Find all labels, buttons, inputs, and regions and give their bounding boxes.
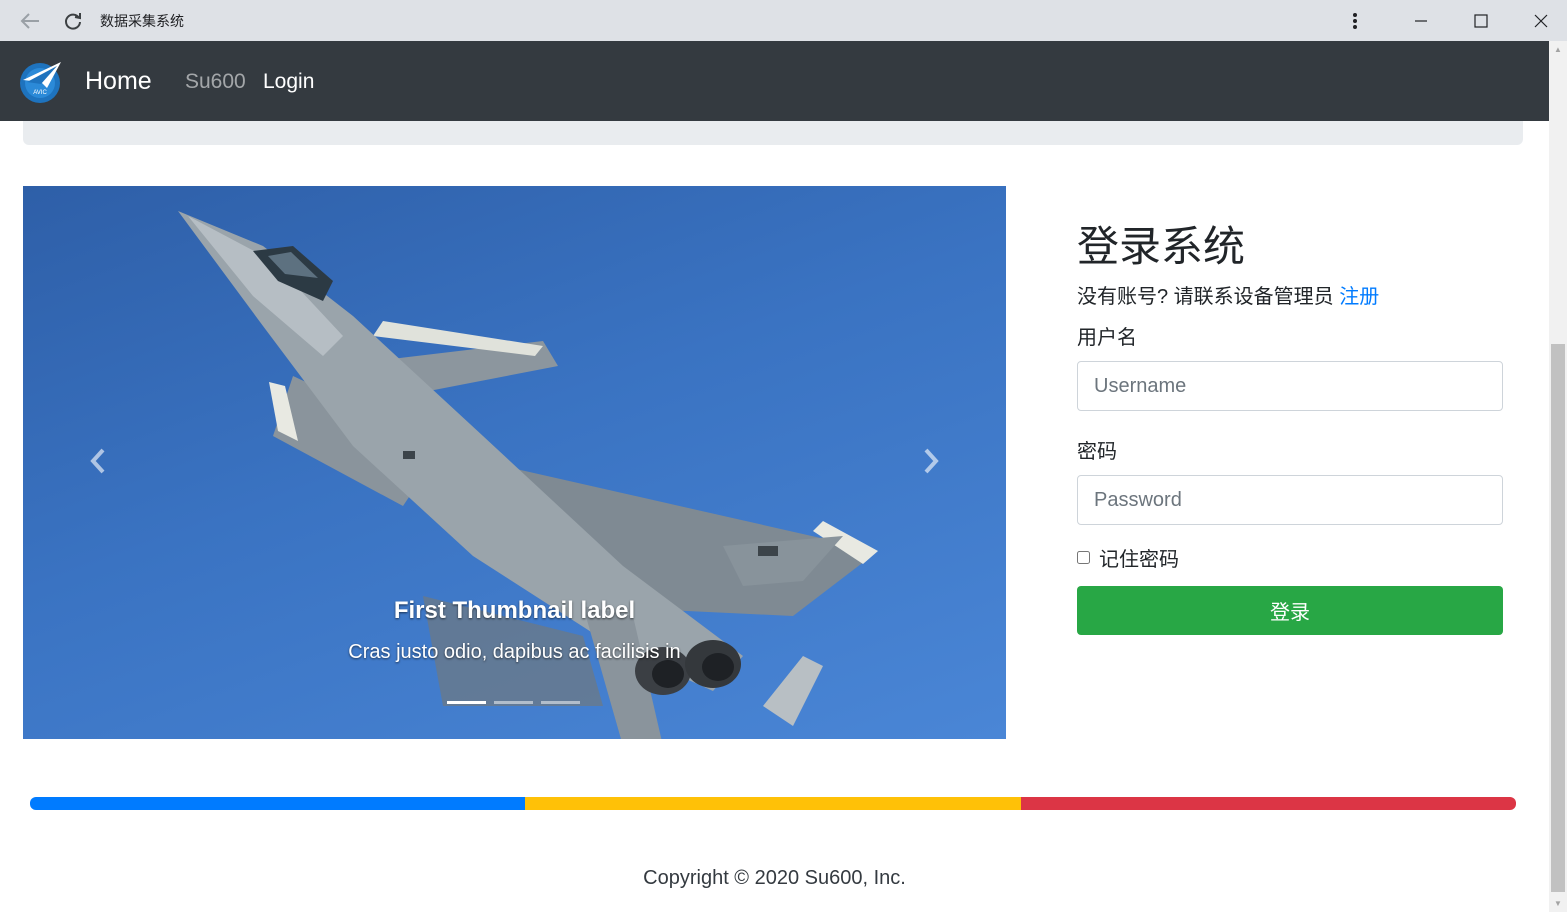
remember-label: 记住密码: [1099, 549, 1179, 571]
carousel-caption-text: Cras justo odio, dapibus ac facilisis in: [348, 641, 681, 663]
close-icon[interactable]: [1525, 0, 1557, 41]
vertical-scrollbar[interactable]: ▲ ▼: [1549, 41, 1567, 912]
register-hint-text: 没有账号? 请联系设备管理员: [1077, 286, 1334, 308]
color-stripe-red: [1020, 797, 1516, 810]
reload-icon[interactable]: [58, 0, 88, 41]
color-stripe-blue: [30, 797, 526, 810]
username-label: 用户名: [1077, 327, 1137, 349]
register-hint: 没有账号? 请联系设备管理员 注册: [1077, 280, 1503, 309]
scroll-up-arrow-icon[interactable]: ▲: [1549, 41, 1567, 58]
color-stripe-yellow: [525, 797, 1021, 810]
avic-logo-icon[interactable]: AVIC: [17, 58, 63, 104]
navbar: AVIC Home Su600 Login: [0, 41, 1549, 121]
chevron-left-icon: [90, 448, 105, 474]
username-input[interactable]: [1077, 361, 1503, 411]
carousel-prev-button[interactable]: [78, 441, 118, 481]
minimize-icon[interactable]: [1405, 0, 1437, 41]
carousel-indicators: [447, 701, 580, 704]
page-viewport: AVIC Home Su600 Login First Thumbnail la…: [0, 41, 1549, 912]
back-arrow-icon[interactable]: [14, 0, 46, 41]
logo-text: AVIC: [33, 90, 47, 96]
footer-copyright: Copyright © 2020 Su600, Inc.: [643, 867, 906, 889]
browser-title-bar: 数据采集系统: [0, 0, 1567, 41]
nav-brand-home[interactable]: Home: [85, 67, 152, 96]
remember-checkbox[interactable]: [1077, 551, 1090, 564]
password-label: 密码: [1077, 441, 1117, 463]
color-stripe: [30, 797, 1516, 810]
register-link[interactable]: 注册: [1339, 286, 1379, 308]
scrollbar-thumb[interactable]: [1551, 344, 1565, 892]
login-heading: 登录系统: [1077, 223, 1246, 270]
carousel-next-button[interactable]: [911, 441, 951, 481]
maximize-icon[interactable]: [1465, 0, 1497, 41]
nav-link-login[interactable]: Login: [263, 70, 314, 94]
scroll-down-arrow-icon[interactable]: ▼: [1549, 895, 1567, 912]
image-carousel[interactable]: First Thumbnail label Cras justo odio, d…: [23, 186, 1006, 739]
remember-row: 记住密码: [1077, 543, 1503, 572]
carousel-caption-title: First Thumbnail label: [393, 597, 636, 624]
login-form: 登录系统 没有账号? 请联系设备管理员 注册 用户名 密码 记住密码 登录: [1077, 226, 1503, 635]
nav-link-su600[interactable]: Su600: [185, 70, 246, 94]
password-input[interactable]: [1077, 475, 1503, 525]
jumbotron-strip: [23, 121, 1523, 145]
chevron-right-icon: [924, 448, 939, 474]
carousel-indicator-3[interactable]: [541, 701, 580, 704]
carousel-indicator-2[interactable]: [494, 701, 533, 704]
window-title: 数据采集系统: [100, 13, 184, 29]
carousel-indicator-1[interactable]: [447, 701, 486, 704]
login-submit-button[interactable]: 登录: [1077, 586, 1503, 635]
more-vert-icon[interactable]: [1340, 0, 1370, 41]
